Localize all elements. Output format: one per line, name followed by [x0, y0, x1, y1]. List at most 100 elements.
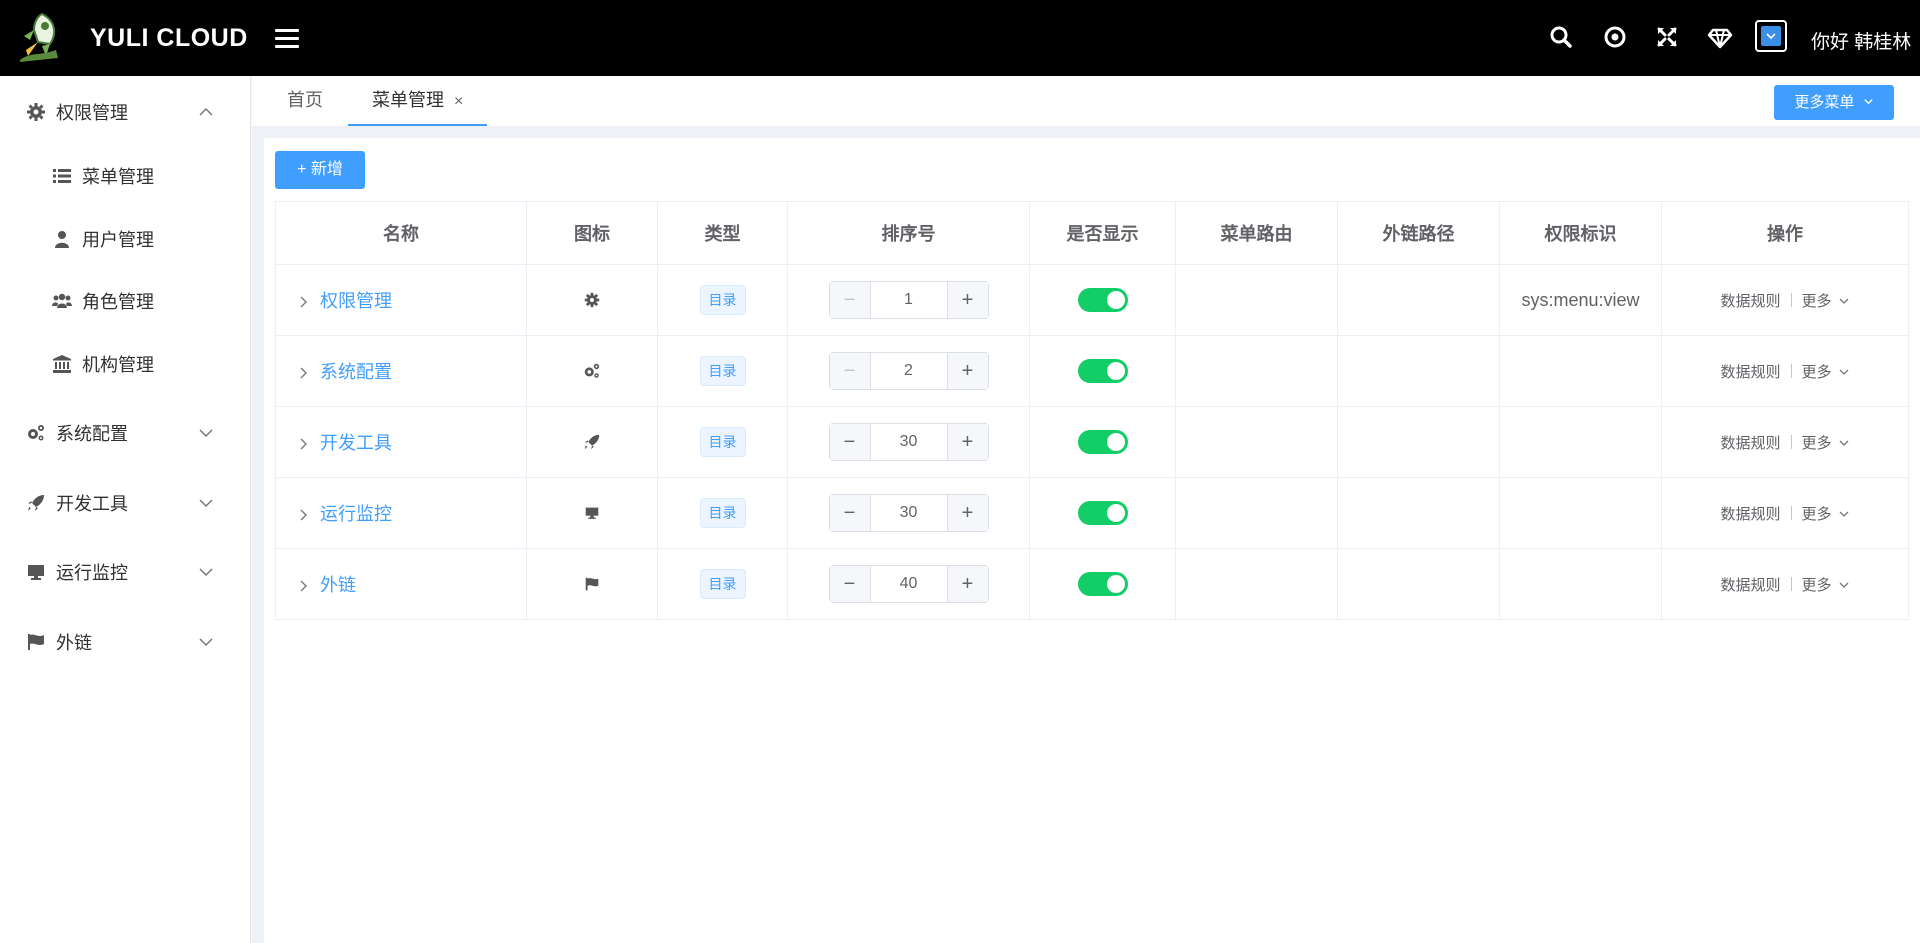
top-header: YULI CLOUD 你好 韩桂林 [0, 0, 1920, 76]
type-cell: 目录 [658, 407, 788, 477]
visible-switch[interactable] [1077, 359, 1128, 383]
sort-value[interactable]: 30 [871, 424, 947, 460]
menu-name-link[interactable]: 外链 [320, 571, 356, 597]
tab-strip: 首页 菜单管理 × [252, 76, 1920, 127]
close-icon[interactable]: × [454, 93, 463, 110]
visible-cell [1030, 549, 1176, 619]
sort-stepper: − 40 + [828, 565, 989, 603]
sidebar-item-user-management[interactable]: 用户管理 [0, 211, 250, 267]
sidebar-item-dev-tools[interactable]: 开发工具 [0, 475, 250, 531]
decrement-button[interactable]: − [829, 495, 871, 531]
decrement-button[interactable]: − [829, 566, 871, 602]
increment-button[interactable]: + [946, 566, 988, 602]
column-header[interactable]: 操作 [1662, 202, 1908, 264]
data-rules-link[interactable]: 数据规则 [1720, 503, 1780, 524]
chevron-right-icon[interactable] [296, 293, 310, 308]
chevron-down-icon [1838, 294, 1850, 306]
bank-icon [52, 354, 72, 374]
sidebar-item-permissions[interactable]: 权限管理 [0, 84, 250, 140]
tab-menu-management[interactable]: 菜单管理 × [348, 76, 488, 126]
sort-stepper: − 30 + [828, 423, 989, 461]
column-header[interactable]: 外链路径 [1338, 202, 1500, 264]
type-cell: 目录 [658, 265, 788, 335]
search-icon[interactable] [1546, 22, 1576, 52]
column-header[interactable]: 菜单路由 [1176, 202, 1338, 264]
sidebar-item-system-config[interactable]: 系统配置 [0, 405, 250, 461]
sidebar-item-label: 外链 [56, 633, 92, 653]
icon-cell [527, 478, 658, 548]
increment-button[interactable]: + [946, 282, 988, 318]
more-dropdown[interactable]: 更多 [1802, 574, 1832, 595]
visible-cell [1030, 478, 1176, 548]
hamburger-menu-icon[interactable] [275, 29, 299, 49]
data-rules-link[interactable]: 数据规则 [1720, 574, 1780, 595]
rocket-icon [26, 493, 46, 513]
data-rules-link[interactable]: 数据规则 [1720, 290, 1780, 311]
decrement-button[interactable]: − [829, 282, 871, 318]
visible-switch[interactable] [1077, 501, 1128, 525]
column-header[interactable]: 排序号 [788, 202, 1030, 264]
sidebar-item-role-management[interactable]: 角色管理 [0, 273, 250, 329]
sort-stepper: − 30 + [828, 494, 989, 532]
user-greeting[interactable]: 你好 韩桂林 [1811, 27, 1911, 54]
data-rules-link[interactable]: 数据规则 [1720, 361, 1780, 382]
route-cell [1176, 407, 1338, 477]
more-dropdown[interactable]: 更多 [1802, 503, 1832, 524]
column-header[interactable]: 权限标识 [1500, 202, 1662, 264]
menu-name-link[interactable]: 开发工具 [320, 429, 392, 455]
more-dropdown[interactable]: 更多 [1802, 361, 1832, 382]
sidebar-item-label: 开发工具 [56, 494, 128, 514]
column-header[interactable]: 图标 [527, 202, 658, 264]
chevron-right-icon[interactable] [296, 364, 310, 379]
icon-cell [527, 549, 658, 619]
sidebar-item-external-links[interactable]: 外链 [0, 614, 250, 670]
sidebar-item-menu-management[interactable]: 菜单管理 [0, 148, 250, 204]
menu-name-link[interactable]: 运行监控 [320, 500, 392, 526]
target-icon[interactable] [1600, 22, 1630, 52]
table-row: 运行监控 目录 − 30 + 数据规则 更多 [276, 478, 1908, 549]
increment-button[interactable]: + [946, 424, 988, 460]
visible-switch[interactable] [1077, 430, 1128, 454]
more-dropdown[interactable]: 更多 [1802, 432, 1832, 453]
sidebar-item-label: 用户管理 [82, 230, 154, 250]
sidebar-item-monitoring[interactable]: 运行监控 [0, 544, 250, 600]
sort-value[interactable]: 2 [871, 353, 947, 389]
dropdown-box-icon[interactable] [1755, 20, 1787, 52]
sort-cell: − 40 + [788, 549, 1030, 619]
sort-value[interactable]: 40 [871, 566, 947, 602]
tab-home[interactable]: 首页 [287, 76, 323, 124]
more-dropdown[interactable]: 更多 [1802, 290, 1832, 311]
sort-value[interactable]: 1 [871, 282, 947, 318]
sort-cell: − 1 + [788, 265, 1030, 335]
increment-button[interactable]: + [946, 353, 988, 389]
data-rules-link[interactable]: 数据规则 [1720, 432, 1780, 453]
visible-switch[interactable] [1077, 572, 1128, 596]
decrement-button[interactable]: − [829, 353, 871, 389]
app-title: YULI CLOUD [90, 24, 248, 52]
gears-icon [583, 362, 601, 380]
more-menu-button[interactable]: 更多菜单 [1774, 85, 1894, 120]
column-header[interactable]: 是否显示 [1030, 202, 1176, 264]
route-cell [1176, 478, 1338, 548]
menu-name-link[interactable]: 权限管理 [320, 287, 392, 313]
menu-name-link[interactable]: 系统配置 [320, 358, 392, 384]
chevron-right-icon[interactable] [296, 435, 310, 450]
perm-cell: sys:menu:view [1500, 265, 1662, 335]
sidebar-item-label: 权限管理 [56, 103, 128, 123]
decrement-button[interactable]: − [829, 424, 871, 460]
type-cell: 目录 [658, 549, 788, 619]
sort-value[interactable]: 30 [871, 495, 947, 531]
chevron-down-icon [1838, 365, 1850, 377]
column-header[interactable]: 类型 [658, 202, 788, 264]
chevron-right-icon[interactable] [296, 506, 310, 521]
user-icon [52, 229, 72, 249]
diamond-icon[interactable] [1705, 22, 1735, 52]
column-header[interactable]: 名称 [276, 202, 527, 264]
sidebar-item-org-management[interactable]: 机构管理 [0, 336, 250, 392]
add-button[interactable]: + 新增 [275, 151, 365, 189]
visible-switch[interactable] [1077, 288, 1128, 312]
fullscreen-icon[interactable] [1652, 22, 1682, 52]
chevron-right-icon[interactable] [296, 577, 310, 592]
more-menu-label: 更多菜单 [1794, 94, 1855, 111]
increment-button[interactable]: + [946, 495, 988, 531]
